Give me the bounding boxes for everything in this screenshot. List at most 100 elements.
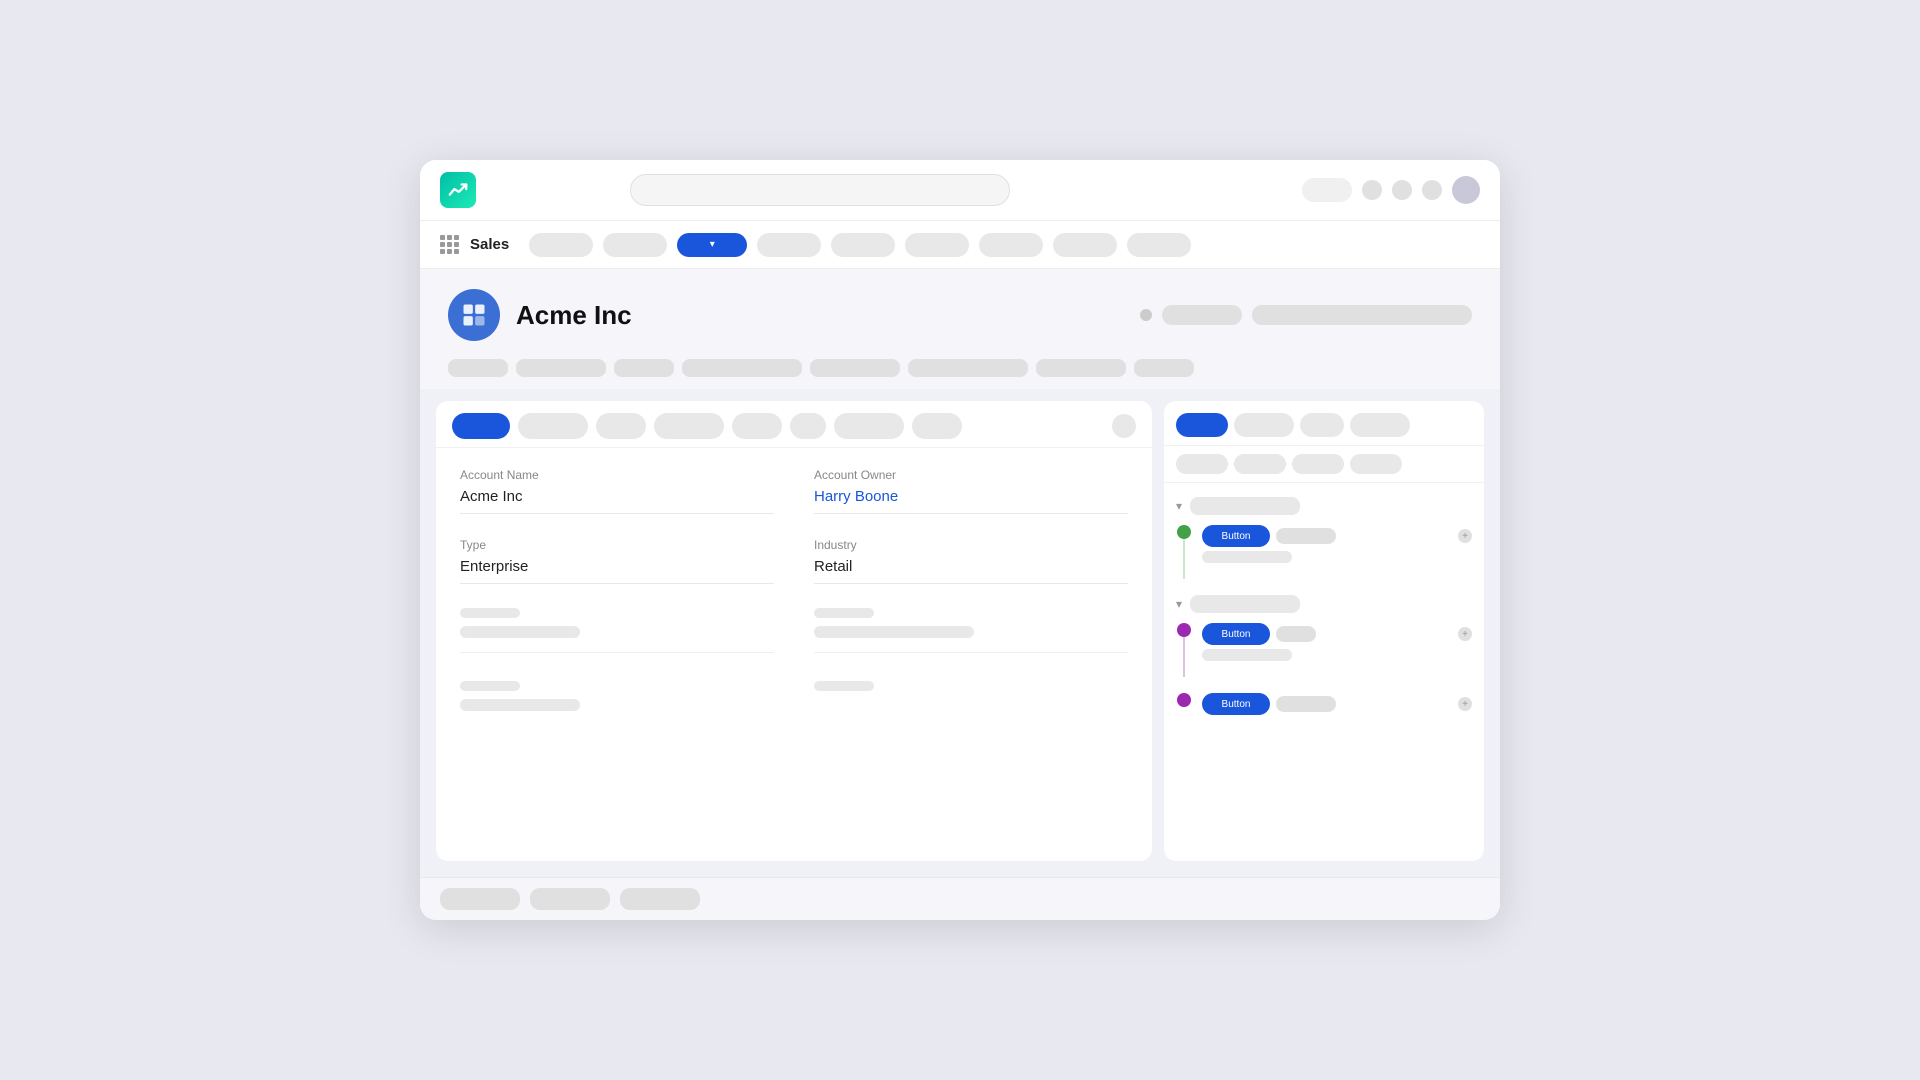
nav-tab-1[interactable]	[529, 233, 593, 257]
group-label-1	[1190, 497, 1300, 515]
account-owner-value[interactable]: Harry Boone	[814, 488, 1128, 514]
sk-label-2	[814, 608, 874, 618]
sk-field-4	[814, 681, 1128, 725]
sub-nav-4[interactable]	[682, 359, 802, 377]
activity-group-1-header: ▾	[1176, 497, 1472, 515]
activity-section: ▾ Button +	[1164, 483, 1484, 861]
timeline-content-1: Button +	[1202, 525, 1472, 579]
account-owner-label: Account Owner	[814, 468, 1128, 482]
sk-value-1	[460, 626, 580, 638]
tl-row-3: Button +	[1202, 693, 1472, 715]
tl-pill-1	[1276, 528, 1336, 544]
sk-label-3	[460, 681, 520, 691]
timeline-content-2: Button +	[1202, 623, 1472, 677]
tl-sub-1	[1202, 551, 1292, 563]
timeline-line-3	[1176, 693, 1192, 719]
rp-tab-2[interactable]	[1234, 413, 1294, 437]
nav-tab-5[interactable]	[905, 233, 969, 257]
sub-nav-8[interactable]	[1134, 359, 1194, 377]
sk-field-3	[460, 681, 774, 725]
sub-nav-6[interactable]	[908, 359, 1028, 377]
nav-tab-8[interactable]	[1127, 233, 1191, 257]
panel-tab-6[interactable]	[790, 413, 826, 439]
tl-button-1[interactable]: Button	[1202, 525, 1270, 547]
rp-sub-tab-4[interactable]	[1350, 454, 1402, 474]
rp-tab-4[interactable]	[1350, 413, 1410, 437]
nav-tab-4[interactable]	[831, 233, 895, 257]
type-value: Enterprise	[460, 558, 774, 584]
tl-button-2[interactable]: Button	[1202, 623, 1270, 645]
sub-nav-7[interactable]	[1036, 359, 1126, 377]
timeline-item-3: Button +	[1176, 693, 1472, 719]
tl-sub-2	[1202, 649, 1292, 661]
right-panel: ▾ Button +	[1164, 401, 1484, 861]
account-name-label: Account Name	[460, 468, 774, 482]
panel-tab-3[interactable]	[596, 413, 646, 439]
account-title: Acme Inc	[516, 300, 632, 331]
bottom-bar	[420, 877, 1500, 920]
rp-sub-tab-1[interactable]	[1176, 454, 1228, 474]
tl-expand-2[interactable]: +	[1458, 627, 1472, 641]
panel-tab-2[interactable]	[518, 413, 588, 439]
panel-tab-details[interactable]	[452, 413, 510, 439]
sub-nav-2[interactable]	[516, 359, 606, 377]
tb-action-1[interactable]	[1302, 178, 1352, 202]
timeline-dot-purple-1	[1177, 623, 1191, 637]
industry-value: Retail	[814, 558, 1128, 584]
nav-tab-7[interactable]	[1053, 233, 1117, 257]
user-avatar[interactable]	[1452, 176, 1480, 204]
sk-value-3	[460, 699, 580, 711]
rp-tab-3[interactable]	[1300, 413, 1344, 437]
nav-tab-6[interactable]	[979, 233, 1043, 257]
tb-dot-1	[1362, 180, 1382, 200]
panel-tab-8[interactable]	[912, 413, 962, 439]
timeline-item-1: Button +	[1176, 525, 1472, 579]
tl-expand-1[interactable]: +	[1458, 529, 1472, 543]
type-label: Type	[460, 538, 774, 552]
rp-sub-tab-3[interactable]	[1292, 454, 1344, 474]
form-section: Account Name Acme Inc Account Owner Harr…	[436, 448, 1152, 861]
header-action-2[interactable]	[1252, 305, 1472, 325]
rp-tab-activity[interactable]	[1176, 413, 1228, 437]
industry-field: Industry Retail	[814, 538, 1128, 584]
panel-tab-5[interactable]	[732, 413, 782, 439]
sub-nav	[420, 353, 1500, 389]
nav-tab-2[interactable]	[603, 233, 667, 257]
chevron-down-icon-1: ▾	[1176, 499, 1182, 513]
tl-expand-3[interactable]: +	[1458, 697, 1472, 711]
panel-tab-7[interactable]	[834, 413, 904, 439]
header-actions	[1140, 305, 1472, 325]
sk-field-1	[460, 608, 774, 661]
rp-sub-tab-2[interactable]	[1234, 454, 1286, 474]
grid-menu-icon[interactable]	[440, 235, 460, 255]
skeleton-row-2	[460, 681, 1128, 725]
type-field: Type Enterprise	[460, 538, 774, 584]
sub-nav-3[interactable]	[614, 359, 674, 377]
tb-dot-3	[1422, 180, 1442, 200]
bottom-action-1[interactable]	[440, 888, 520, 910]
panel-more-button[interactable]	[1112, 414, 1136, 438]
bottom-action-2[interactable]	[530, 888, 610, 910]
activity-group-2-header: ▾	[1176, 595, 1472, 613]
panel-tab-4[interactable]	[654, 413, 724, 439]
tl-button-3[interactable]: Button	[1202, 693, 1270, 715]
tb-dot-2	[1392, 180, 1412, 200]
nav-tab-3[interactable]	[757, 233, 821, 257]
form-row-2: Type Enterprise Industry Retail	[460, 538, 1128, 584]
sk-line-1	[460, 652, 774, 653]
page-header: Acme Inc	[420, 269, 1500, 353]
skeleton-row-1	[460, 608, 1128, 661]
bottom-action-3[interactable]	[620, 888, 700, 910]
header-action-1[interactable]	[1162, 305, 1242, 325]
sub-nav-5[interactable]	[810, 359, 900, 377]
tl-pill-3	[1276, 696, 1336, 712]
top-bar-actions	[1302, 176, 1480, 204]
sub-nav-1[interactable]	[448, 359, 508, 377]
industry-label: Industry	[814, 538, 1128, 552]
search-bar[interactable]	[630, 174, 1010, 206]
sk-label-1	[460, 608, 520, 618]
timeline-item-2: Button +	[1176, 623, 1472, 677]
sk-label-4	[814, 681, 874, 691]
timeline-connector-1	[1183, 539, 1185, 579]
nav-tab-accounts[interactable]: ▾	[677, 233, 747, 257]
